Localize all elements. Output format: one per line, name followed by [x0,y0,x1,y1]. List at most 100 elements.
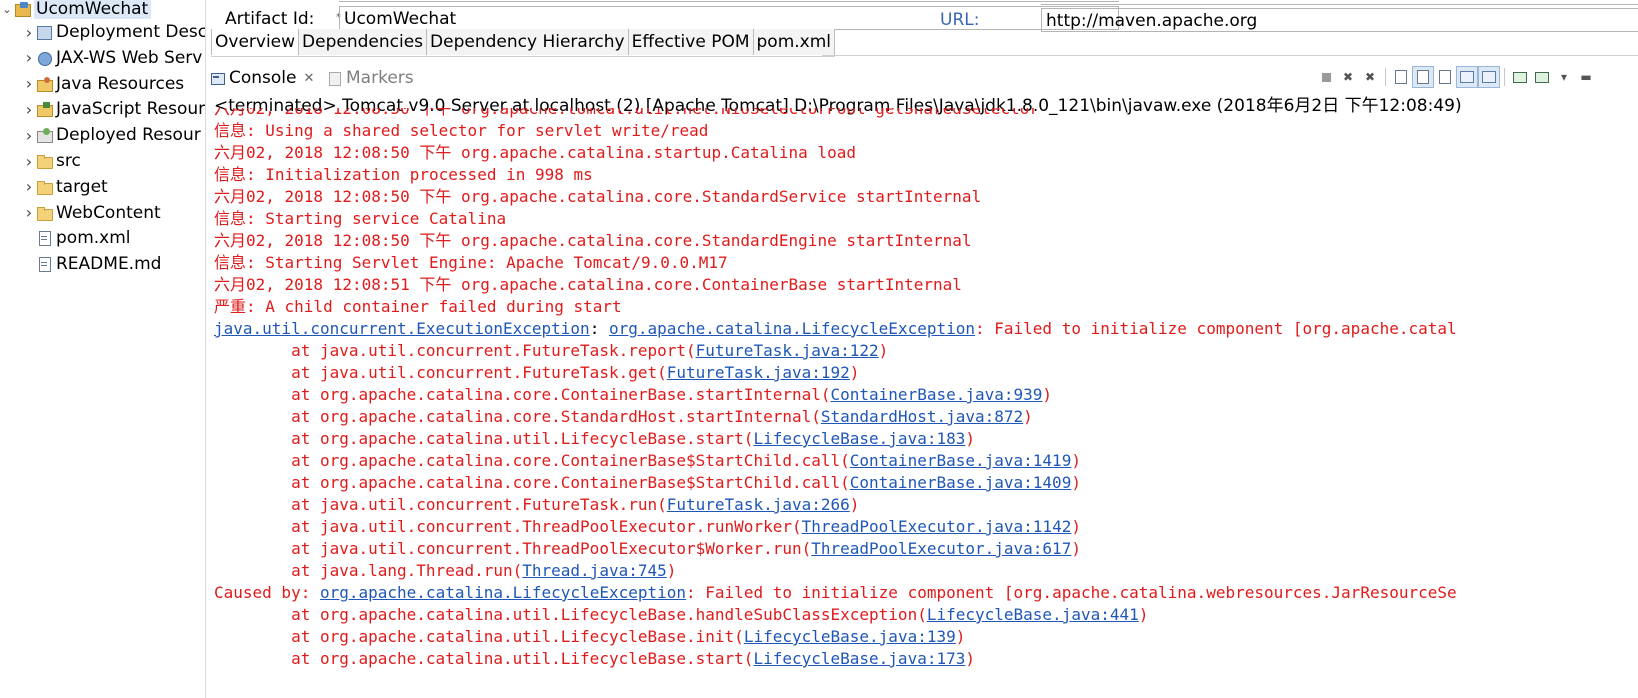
tree-item-label: Deployment Desc [56,22,206,42]
console-text: Caused by: [214,583,320,602]
pin-console-icon[interactable] [1510,67,1530,87]
chevron-right-icon[interactable]: › [22,100,36,119]
chevron-right-icon[interactable]: › [22,23,36,42]
url-input[interactable]: http://maven.apache.org [1041,8,1638,32]
exception-cause-link[interactable]: org.apache.catalina.LifecycleException [609,319,975,338]
chevron-down-icon[interactable]: ⌄ [0,3,14,16]
chevron-right-icon[interactable]: › [22,177,36,196]
chevron-right-icon[interactable]: › [22,203,36,222]
stack-frame-link[interactable]: Thread.java:745 [522,561,667,580]
console-text: 信息: Initialization processed in 998 ms [214,165,593,184]
stack-frame-link[interactable]: ThreadPoolExecutor.java:617 [811,539,1071,558]
remove-all-terminated-icon[interactable]: ✖ [1360,67,1380,87]
deployment-descriptor-icon [36,24,52,40]
artifact-id-input[interactable]: UcomWechat [339,6,1119,30]
display-selected-console-icon[interactable] [1532,67,1552,87]
console-text: ) [666,561,677,580]
stack-frame-link[interactable]: LifecycleBase.java:183 [753,429,965,448]
console-text: at java.util.concurrent.ThreadPoolExecut… [214,517,802,536]
remove-launch-icon[interactable]: ✖ [1338,67,1358,87]
open-console-icon[interactable]: ▾ [1554,67,1574,87]
chevron-right-icon[interactable]: › [22,126,36,145]
tree-item[interactable]: › src [22,149,81,173]
console-text: at java.util.concurrent.FutureTask.repor… [214,341,696,360]
stack-frame-link[interactable]: LifecycleBase.java:441 [927,605,1139,624]
console-text: ) [1042,385,1053,404]
console-text: at java.util.concurrent.ThreadPoolExecut… [214,539,812,558]
stack-frame-link[interactable]: LifecycleBase.java:139 [744,627,956,646]
tree-item-label: target [56,176,108,197]
show-on-stdout-icon[interactable] [1456,66,1478,88]
tab-pom-xml[interactable]: pom.xml [753,29,835,55]
tab-overview[interactable]: Overview [211,29,300,55]
tab-markers[interactable]: Markers [328,64,414,92]
console-text: 严重: A child container failed during star… [214,297,622,316]
console-text: at org.apache.catalina.util.LifecycleBas… [214,605,927,624]
tab-dependency-hierarchy[interactable]: Dependency Hierarchy [427,29,629,55]
tree-item[interactable]: › Deployed Resour [22,123,201,147]
console-line: 六月02, 2018 12:08:50 下午 org.apache.catali… [214,142,856,164]
stack-frame-link[interactable]: FutureTask.java:192 [667,363,850,382]
tree-item[interactable]: › Java Resources [22,72,184,96]
stack-frame-link[interactable]: ContainerBase.java:1419 [850,451,1072,470]
stack-frame: at java.util.concurrent.ThreadPoolExecut… [214,516,1081,538]
tree-item[interactable]: › JavaScript Resour [22,97,205,121]
stack-frame-link[interactable]: FutureTask.java:266 [667,495,850,514]
stack-frame-link[interactable]: FutureTask.java:122 [696,341,879,360]
tree-root-ucomwechat[interactable]: ⌄ UcomWechat [0,0,152,22]
tree-item[interactable]: README.md [22,252,161,276]
console-text: : Failed to initialize component [org.ap… [975,319,1457,338]
console-text: 六月02, 2018 12:08:50 下午 org.apache.catali… [214,143,856,162]
console-text: ) [849,495,860,514]
tab-dependencies[interactable]: Dependencies [299,29,428,55]
console-text: 六月02, 2018 12:08:50 下午 org.apache.catali… [214,231,972,250]
console-text: at org.apache.catalina.core.ContainerBas… [214,473,850,492]
tree-item[interactable]: › Deployment Desc [22,20,206,44]
chevron-right-icon[interactable]: › [22,48,36,67]
terminate-icon[interactable] [1316,67,1336,87]
stack-frame: at java.util.concurrent.FutureTask.repor… [214,340,888,362]
stack-frame: at org.apache.catalina.util.LifecycleBas… [214,648,975,670]
tab-console[interactable]: Console ✕ [211,64,314,92]
chevron-right-icon[interactable]: › [22,152,36,171]
word-wrap-icon[interactable] [1435,67,1455,87]
show-on-stderr-icon[interactable] [1478,66,1500,88]
tree-item-label: WebContent [56,202,161,223]
tree-item[interactable]: pom.xml [22,226,131,250]
console-text: ) [955,627,966,646]
exception-cause-link[interactable]: org.apache.catalina.LifecycleException [320,583,686,602]
url-label[interactable]: URL: [940,10,979,30]
divider [822,55,1638,56]
scroll-lock-icon[interactable] [1412,66,1434,88]
minimize-icon[interactable]: ▬ [1576,67,1596,87]
folder-icon [36,205,53,221]
stack-frame: at org.apache.catalina.util.LifecycleBas… [214,428,975,450]
tree-item[interactable]: › JAX-WS Web Serv [22,46,203,70]
console-line: 信息: Using a shared selector for servlet … [214,120,708,142]
tree-item[interactable]: › target [22,175,108,199]
stack-frame-link[interactable]: ThreadPoolExecutor.java:1142 [802,517,1072,536]
stack-frame-link[interactable]: ContainerBase.java:939 [831,385,1043,404]
stack-frame-link[interactable]: ContainerBase.java:1409 [850,473,1072,492]
console-text: at org.apache.catalina.util.LifecycleBas… [214,429,754,448]
tree-item-label: JAX-WS Web Serv [56,47,203,68]
tab-effective-pom[interactable]: Effective POM [628,29,754,55]
text-file-icon [36,256,52,273]
clear-console-icon[interactable] [1391,67,1411,87]
stack-frame: at java.util.concurrent.FutureTask.run(F… [214,494,859,516]
console-icon [211,72,225,85]
stack-frame-link[interactable]: StandardHost.java:872 [821,407,1023,426]
stack-frame: at org.apache.catalina.core.ContainerBas… [214,384,1052,406]
tree-item-label: Deployed Resour [56,125,201,146]
exception-class-link[interactable]: java.util.concurrent.ExecutionException [214,319,590,338]
chevron-right-icon[interactable]: › [22,74,36,93]
tab-console-label: Console [229,68,297,88]
console-output[interactable]: 六月02, 2018 12:08:50 下午 org.apache.tomcat… [214,108,1638,698]
stack-frame-link[interactable]: LifecycleBase.java:173 [753,649,965,668]
tree-item[interactable]: › WebContent [22,201,161,225]
console-text: ) [849,363,860,382]
close-icon[interactable]: ✕ [304,71,315,86]
stack-frame: at org.apache.catalina.core.ContainerBas… [214,450,1081,472]
stack-frame: at java.util.concurrent.FutureTask.get(F… [214,362,859,384]
stack-frame: at java.util.concurrent.ThreadPoolExecut… [214,538,1081,560]
